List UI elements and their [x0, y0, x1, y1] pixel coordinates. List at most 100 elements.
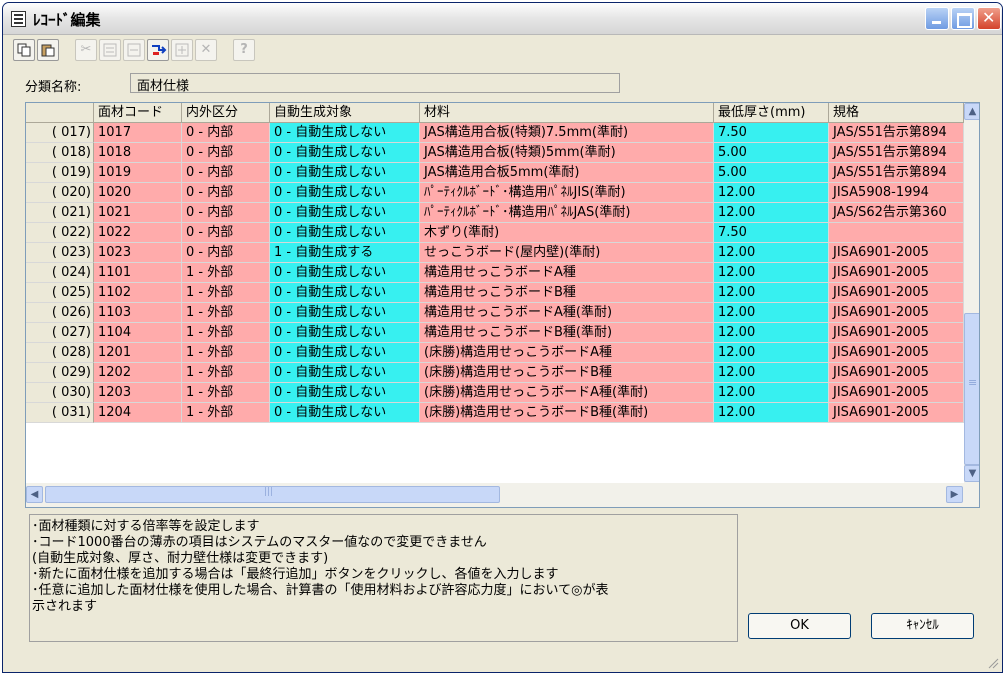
grid-cell-spec[interactable]: JISA6901-2005	[829, 403, 964, 423]
grid-cell-auto[interactable]: 0 - 自動生成しない	[270, 323, 420, 343]
grid-cell-spec[interactable]: JAS/S51告示第894	[829, 163, 964, 183]
grid-cell-code[interactable]: 1103	[94, 303, 182, 323]
grid-cell-spec[interactable]: JAS/S51告示第894	[829, 143, 964, 163]
copy-icon[interactable]	[13, 39, 35, 61]
table-row[interactable]: ( 022) 1022 0 - 内部 0 - 自動生成しない 木ずり(準耐) 7.50	[26, 223, 964, 243]
title-bar[interactable]: ﾚｺｰﾄﾞ編集	[3, 3, 1002, 35]
grid-cell-kubun[interactable]: 1 - 外部	[182, 323, 270, 343]
grid-cell-material[interactable]: (床勝)構造用せっこうボードB種	[420, 363, 714, 383]
paste-rows-icon[interactable]	[99, 39, 121, 61]
table-row[interactable]: ( 020) 1020 0 - 内部 0 - 自動生成しない ﾊﾟｰﾃｨｸﾙﾎﾞｰﾄﾞ･…	[26, 183, 964, 203]
resize-grip-icon[interactable]	[987, 657, 999, 669]
table-row[interactable]: ( 030) 1203 1 - 外部 0 - 自動生成しない (床勝)構造用せっこうボー…	[26, 383, 964, 403]
table-row[interactable]: ( 023) 1023 0 - 内部 1 - 自動生成する せっこうボード(屋内壁)(準…	[26, 243, 964, 263]
grid-cell-code[interactable]: 1102	[94, 283, 182, 303]
grid-cell-material[interactable]: (床勝)構造用せっこうボードA種(準耐)	[420, 383, 714, 403]
grid-cell-thick[interactable]: 12.00	[714, 183, 829, 203]
grid-cell-auto[interactable]: 0 - 自動生成しない	[270, 123, 420, 143]
grid-cell-material[interactable]: 木ずり(準耐)	[420, 223, 714, 243]
maximize-button[interactable]	[951, 7, 975, 30]
grid-cell-material[interactable]: 構造用せっこうボードA種	[420, 263, 714, 283]
grid-cell-thick[interactable]: 12.00	[714, 363, 829, 383]
grid-cell-kubun[interactable]: 1 - 外部	[182, 403, 270, 423]
grid-cell-code[interactable]: 1018	[94, 143, 182, 163]
grid-cell-spec[interactable]: JISA6901-2005	[829, 323, 964, 343]
grid-cell-code[interactable]: 1101	[94, 263, 182, 283]
grid-cell-spec[interactable]: JISA5908-1994	[829, 183, 964, 203]
grid-cell-kubun[interactable]: 0 - 内部	[182, 183, 270, 203]
table-row[interactable]: ( 028) 1201 1 - 外部 0 - 自動生成しない (床勝)構造用せっこうボー…	[26, 343, 964, 363]
grid-cell-code[interactable]: 1023	[94, 243, 182, 263]
grid-cell-thick[interactable]: 12.00	[714, 283, 829, 303]
grid-cell-code[interactable]: 1019	[94, 163, 182, 183]
grid-cell-kubun[interactable]: 1 - 外部	[182, 343, 270, 363]
insert-row-icon[interactable]	[123, 39, 145, 61]
grid-cell-auto[interactable]: 0 - 自動生成しない	[270, 143, 420, 163]
table-row[interactable]: ( 029) 1202 1 - 外部 0 - 自動生成しない (床勝)構造用せっこうボー…	[26, 363, 964, 383]
grid-cell-spec[interactable]: JISA6901-2005	[829, 283, 964, 303]
grid-cell-thick[interactable]: 12.00	[714, 383, 829, 403]
grid-cell-thick[interactable]: 12.00	[714, 263, 829, 283]
grid-cell-kubun[interactable]: 1 - 外部	[182, 283, 270, 303]
grid-cell-spec[interactable]: JAS/S62告示第360	[829, 203, 964, 223]
grid-cell-auto[interactable]: 0 - 自動生成しない	[270, 363, 420, 383]
grid-cell-spec[interactable]: JAS/S51告示第894	[829, 123, 964, 143]
vertical-scrollbar[interactable]: ▲ ▼	[964, 103, 979, 483]
grid-cell-material[interactable]: 構造用せっこうボードA種(準耐)	[420, 303, 714, 323]
grid-cell-auto[interactable]: 0 - 自動生成しない	[270, 163, 420, 183]
grid-cell-code[interactable]: 1203	[94, 383, 182, 403]
scroll-up-icon[interactable]: ▲	[964, 103, 979, 120]
grid-cell-spec[interactable]: JISA6901-2005	[829, 263, 964, 283]
scroll-left-icon[interactable]: ◀	[26, 486, 43, 503]
grid-cell-material[interactable]: せっこうボード(屋内壁)(準耐)	[420, 243, 714, 263]
scroll-right-icon[interactable]: ▶	[946, 486, 963, 503]
grid-cell-auto[interactable]: 0 - 自動生成しない	[270, 263, 420, 283]
grid-cell-material[interactable]: ﾊﾟｰﾃｨｸﾙﾎﾞｰﾄﾞ･構造用ﾊﾟﾈﾙJIS(準耐)	[420, 183, 714, 203]
grid-cell-auto[interactable]: 0 - 自動生成しない	[270, 343, 420, 363]
grid-cell-code[interactable]: 1104	[94, 323, 182, 343]
table-row[interactable]: ( 025) 1102 1 - 外部 0 - 自動生成しない 構造用せっこうボードB種 1…	[26, 283, 964, 303]
horizontal-scroll-thumb[interactable]	[45, 486, 500, 503]
scroll-down-icon[interactable]: ▼	[964, 465, 979, 482]
grid-cell-thick[interactable]: 12.00	[714, 343, 829, 363]
grid-cell-auto[interactable]: 0 - 自動生成しない	[270, 183, 420, 203]
vertical-scroll-thumb[interactable]	[964, 313, 979, 465]
table-row[interactable]: ( 021) 1021 0 - 内部 0 - 自動生成しない ﾊﾟｰﾃｨｸﾙﾎﾞｰﾄﾞ･…	[26, 203, 964, 223]
grid-cell-kubun[interactable]: 0 - 内部	[182, 243, 270, 263]
grid-cell-material[interactable]: (床勝)構造用せっこうボードA種	[420, 343, 714, 363]
grid-cell-material[interactable]: JAS構造用合板(特類)7.5mm(準耐)	[420, 123, 714, 143]
grid-cell-code[interactable]: 1021	[94, 203, 182, 223]
grid-cell-thick[interactable]: 12.00	[714, 403, 829, 423]
grid-cell-code[interactable]: 1201	[94, 343, 182, 363]
grid-cell-thick[interactable]: 12.00	[714, 303, 829, 323]
paste-icon[interactable]	[37, 39, 59, 61]
table-row[interactable]: ( 026) 1103 1 - 外部 0 - 自動生成しない 構造用せっこうボードA種(…	[26, 303, 964, 323]
grid-cell-code[interactable]: 1017	[94, 123, 182, 143]
append-row-icon[interactable]	[147, 39, 169, 61]
grid-cell-thick[interactable]: 12.00	[714, 323, 829, 343]
table-row[interactable]: ( 017) 1017 0 - 内部 0 - 自動生成しない JAS構造用合板(特類)7…	[26, 123, 964, 143]
grid-cell-kubun[interactable]: 0 - 内部	[182, 123, 270, 143]
ok-button[interactable]: OK	[748, 613, 851, 639]
grid-cell-spec[interactable]: JISA6901-2005	[829, 383, 964, 403]
grid-cell-kubun[interactable]: 1 - 外部	[182, 303, 270, 323]
grid-cell-material[interactable]: JAS構造用合板(特類)5mm(準耐)	[420, 143, 714, 163]
grid-cell-spec[interactable]: JISA6901-2005	[829, 303, 964, 323]
grid-cell-thick[interactable]: 7.50	[714, 223, 829, 243]
grid-cell-thick[interactable]: 12.00	[714, 243, 829, 263]
grid-cell-auto[interactable]: 0 - 自動生成しない	[270, 223, 420, 243]
grid-cell-thick[interactable]: 5.00	[714, 143, 829, 163]
minimize-button[interactable]	[925, 7, 949, 30]
cut-icon[interactable]: ✂	[75, 39, 97, 61]
grid-cell-auto[interactable]: 0 - 自動生成しない	[270, 283, 420, 303]
grid-cell-auto[interactable]: 0 - 自動生成しない	[270, 203, 420, 223]
grid-cell-kubun[interactable]: 0 - 内部	[182, 223, 270, 243]
grid-cell-code[interactable]: 1022	[94, 223, 182, 243]
grid-cell-code[interactable]: 1202	[94, 363, 182, 383]
grid-cell-auto[interactable]: 0 - 自動生成しない	[270, 303, 420, 323]
grid-cell-code[interactable]: 1204	[94, 403, 182, 423]
grid-cell-code[interactable]: 1020	[94, 183, 182, 203]
cancel-button[interactable]: ｷｬﾝｾﾙ	[871, 613, 974, 639]
grid-cell-material[interactable]: 構造用せっこうボードB種	[420, 283, 714, 303]
grid-cell-spec[interactable]: JISA6901-2005	[829, 343, 964, 363]
